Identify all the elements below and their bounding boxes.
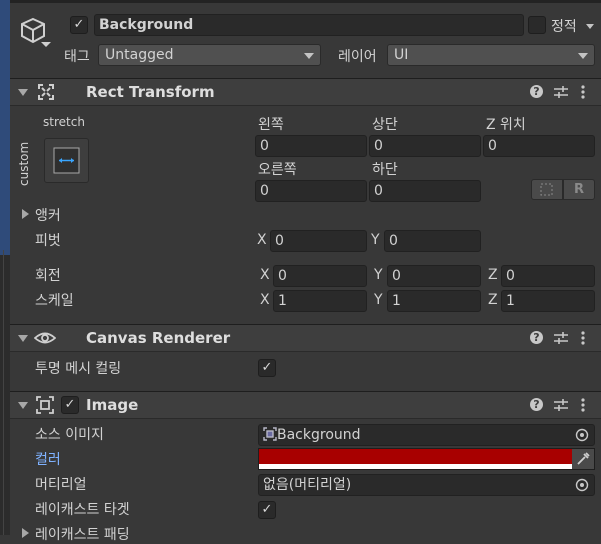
pivot-y-field[interactable]: 0 [384,230,481,252]
help-icon[interactable]: ? [530,398,543,411]
foldout-arrow-icon[interactable] [18,402,28,409]
rotation-y-field[interactable]: 0 [387,265,481,287]
scale-y-label[interactable]: Y [374,292,383,308]
scene-view-edge [0,0,10,535]
image-component-icon [36,396,54,414]
static-label: 정적 [551,19,577,35]
presets-icon[interactable] [553,84,569,100]
tag-dropdown[interactable]: Untagged [98,44,321,66]
foldout-arrow-icon[interactable] [18,335,28,342]
raycast-padding-foldout-icon[interactable] [22,528,29,538]
bottom-field[interactable]: 0 [369,180,481,202]
chevron-down-icon [578,53,588,59]
tag-value: Untagged [105,47,174,63]
pivot-label: 피벗 [35,233,61,249]
bottom-label: 하단 [372,162,398,178]
right-field[interactable]: 0 [255,180,367,202]
tag-label: 태그 [64,49,90,65]
rotation-z-field[interactable]: 0 [501,265,595,287]
source-image-value: Background [277,427,361,443]
pivot-y-label[interactable]: Y [371,232,380,248]
rect-transform-header[interactable]: Rect Transform ? [10,78,601,106]
anchors-foldout-icon[interactable] [22,209,29,219]
raycast-target-checkbox[interactable]: ✓ [258,501,276,519]
inspector-top-edge [10,0,601,3]
scale-label: 스케일 [35,293,74,309]
help-icon[interactable]: ? [530,331,543,344]
left-label: 왼쪽 [258,117,284,133]
posz-field[interactable]: 0 [483,135,595,157]
scale-z-field[interactable]: 1 [501,290,595,312]
eyedropper-button[interactable] [572,449,594,469]
gameobject-name-field[interactable]: Background [94,14,524,36]
blueprint-mode-button[interactable] [531,179,563,200]
raycast-padding-label[interactable]: 레이캐스트 패딩 [35,524,130,544]
kebab-menu-icon[interactable] [580,397,586,413]
object-picker-icon[interactable] [575,478,589,492]
rotation-y-label[interactable]: Y [374,267,383,283]
color-alpha-bar [259,465,572,469]
layer-value: UI [394,47,409,63]
right-label: 오른쪽 [258,162,297,178]
material-label: 머티리얼 [35,477,87,493]
rect-transform-title: Rect Transform [86,83,215,101]
posz-label: Z 위치 [486,117,526,133]
rotation-x-field[interactable]: 0 [273,265,367,287]
anchor-preset-vertical-label: custom [17,141,31,186]
foldout-arrow-icon[interactable] [18,89,28,96]
eyedropper-icon [577,452,590,465]
help-icon[interactable]: ? [530,85,543,98]
scale-y-field[interactable]: 1 [387,290,481,312]
left-field[interactable]: 0 [255,135,367,157]
static-dropdown-arrow[interactable] [586,24,594,29]
source-image-label: 소스 이미지 [35,427,104,443]
cull-transparent-mesh-checkbox[interactable]: ✓ [258,359,276,377]
material-value: 없음(머티리얼) [263,477,352,493]
image-title: Image [86,396,139,414]
canvas-renderer-header[interactable]: Canvas Renderer ? [10,324,601,352]
pivot-x-label[interactable]: X [257,232,267,248]
rotation-label: 회전 [35,268,61,284]
top-field[interactable]: 0 [369,135,481,157]
gameobject-icon[interactable] [18,14,54,50]
scale-z-label[interactable]: Z [488,292,498,308]
cull-transparent-mesh-label: 투명 메시 컬링 [35,361,122,377]
object-picker-icon[interactable] [575,428,589,442]
color-swatch [259,449,572,464]
rotation-z-label[interactable]: Z [488,267,498,283]
source-image-field[interactable]: Background [258,424,595,446]
sprite-icon [263,427,277,441]
anchor-preset-horizontal-label: stretch [43,115,85,129]
color-label: 컬러 [35,452,61,468]
rect-transform-icon [37,83,55,101]
layer-dropdown[interactable]: UI [387,44,595,66]
dotted-rect-icon [540,183,553,196]
top-label: 상단 [372,117,398,133]
image-header[interactable]: ✓ Image ? [10,391,601,419]
kebab-menu-icon[interactable] [580,84,586,100]
eye-icon [33,329,57,347]
rotation-x-label[interactable]: X [260,267,270,283]
image-enabled-checkbox[interactable]: ✓ [61,396,79,414]
raw-edit-button[interactable]: R [563,179,595,200]
scale-x-field[interactable]: 1 [273,290,367,312]
material-field[interactable]: 없음(머티리얼) [258,474,595,496]
chevron-down-icon [304,53,314,59]
pivot-x-field[interactable]: 0 [270,230,367,252]
canvas-renderer-title: Canvas Renderer [86,329,231,347]
kebab-menu-icon[interactable] [580,330,586,346]
scale-x-label[interactable]: X [260,292,270,308]
anchor-preset-icon [53,147,80,174]
layer-label: 레이어 [338,49,377,65]
anchor-preset-button[interactable] [44,138,89,183]
static-toggle[interactable] [528,16,546,34]
raycast-target-label: 레이캐스트 타겟 [35,502,130,518]
presets-icon[interactable] [553,397,569,413]
presets-icon[interactable] [553,330,569,346]
color-field[interactable] [258,448,595,470]
active-toggle[interactable]: ✓ [70,16,88,34]
anchors-label[interactable]: 앵커 [35,205,61,225]
